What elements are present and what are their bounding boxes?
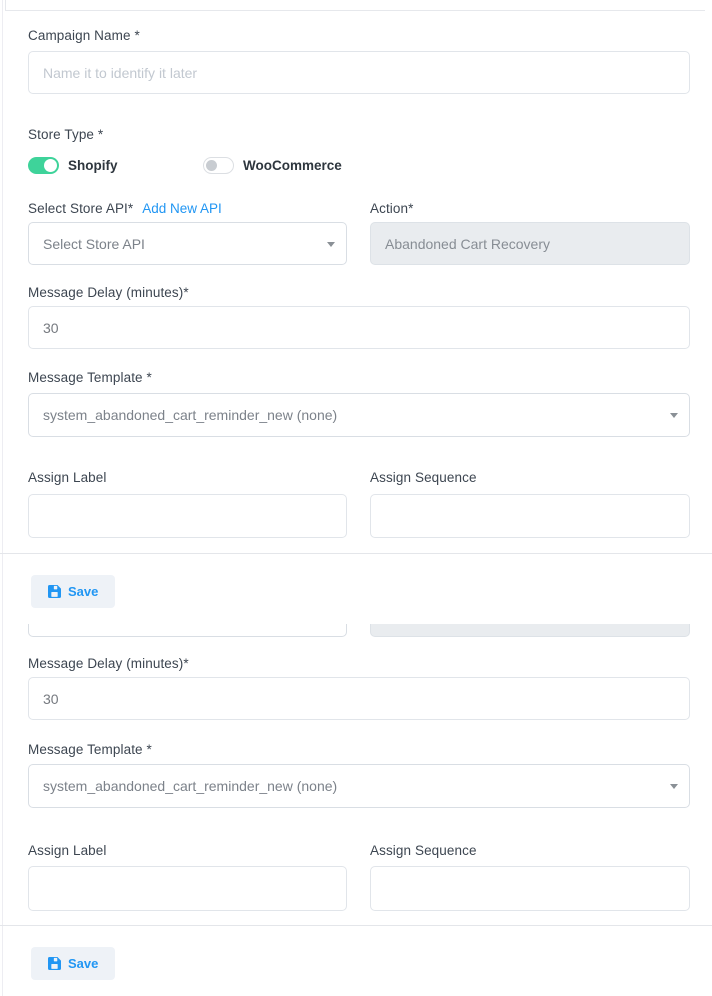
- message-template-label: Message Template *: [28, 370, 690, 386]
- action-label: Action*: [370, 201, 413, 217]
- save-icon: [48, 957, 61, 970]
- assign-sequence-input[interactable]: [370, 494, 690, 538]
- message-delay-label: Message Delay (minutes)*: [28, 656, 690, 672]
- chevron-down-icon: [670, 413, 678, 418]
- store-type-label: Store Type *: [28, 127, 690, 143]
- shopify-toggle-label: Shopify: [68, 158, 118, 173]
- message-template-select[interactable]: system_abandoned_cart_reminder_new (none…: [28, 764, 690, 808]
- store-api-label: Select Store API*: [28, 201, 133, 217]
- action-label-row: Action*: [370, 201, 690, 217]
- action-input-disabled: Abandoned Cart Recovery: [370, 222, 690, 265]
- store-api-select-value: Select Store API: [43, 236, 145, 252]
- message-template-select-value: system_abandoned_cart_reminder_new (none…: [43, 778, 337, 794]
- message-template-select-value: system_abandoned_cart_reminder_new (none…: [43, 407, 337, 423]
- chevron-down-icon: [670, 784, 678, 789]
- shopify-toggle[interactable]: [28, 157, 59, 174]
- toggle-knob: [44, 159, 57, 172]
- assign-label-label: Assign Label: [28, 470, 347, 486]
- save-button[interactable]: Save: [31, 947, 115, 980]
- store-api-label-row: Select Store API* Add New API: [28, 201, 347, 217]
- campaign-name-label: Campaign Name *: [28, 28, 690, 44]
- store-type-option-shopify[interactable]: Shopify: [28, 157, 203, 174]
- store-api-select[interactable]: Select Store API: [28, 222, 347, 265]
- assign-label-label: Assign Label: [28, 843, 347, 859]
- save-button-label: Save: [68, 956, 98, 971]
- woocommerce-toggle-label: WooCommerce: [243, 158, 342, 173]
- clipped-fields-row: [28, 624, 690, 638]
- message-delay-input[interactable]: [28, 677, 690, 720]
- message-delay-input[interactable]: [28, 306, 690, 349]
- add-new-api-link[interactable]: Add New API: [142, 201, 222, 216]
- assign-label-input[interactable]: [28, 494, 347, 538]
- toggle-knob: [206, 160, 217, 171]
- action-value: Abandoned Cart Recovery: [385, 236, 550, 252]
- assign-sequence-label: Assign Sequence: [370, 470, 690, 486]
- message-delay-label: Message Delay (minutes)*: [28, 285, 690, 301]
- save-icon: [48, 585, 61, 598]
- assign-sequence-input[interactable]: [370, 866, 690, 911]
- campaign-name-input[interactable]: [28, 51, 690, 94]
- store-type-options: Shopify WooCommerce: [28, 156, 690, 174]
- save-button[interactable]: Save: [31, 575, 115, 608]
- assign-sequence-label: Assign Sequence: [370, 843, 690, 859]
- chevron-down-icon: [327, 242, 335, 247]
- message-template-select[interactable]: system_abandoned_cart_reminder_new (none…: [28, 393, 690, 437]
- card-footer-divider: [0, 553, 712, 554]
- card-footer-divider: [0, 925, 712, 926]
- action-input-disabled-partial: [370, 624, 690, 637]
- store-api-select-partial[interactable]: [28, 624, 347, 637]
- message-template-label: Message Template *: [28, 742, 690, 758]
- campaign-form-card: Campaign Name * Store Type * Shopify Woo…: [0, 11, 712, 980]
- assign-label-input[interactable]: [28, 866, 347, 911]
- store-type-option-woocommerce[interactable]: WooCommerce: [203, 157, 342, 174]
- woocommerce-toggle[interactable]: [203, 157, 234, 174]
- save-button-label: Save: [68, 584, 98, 599]
